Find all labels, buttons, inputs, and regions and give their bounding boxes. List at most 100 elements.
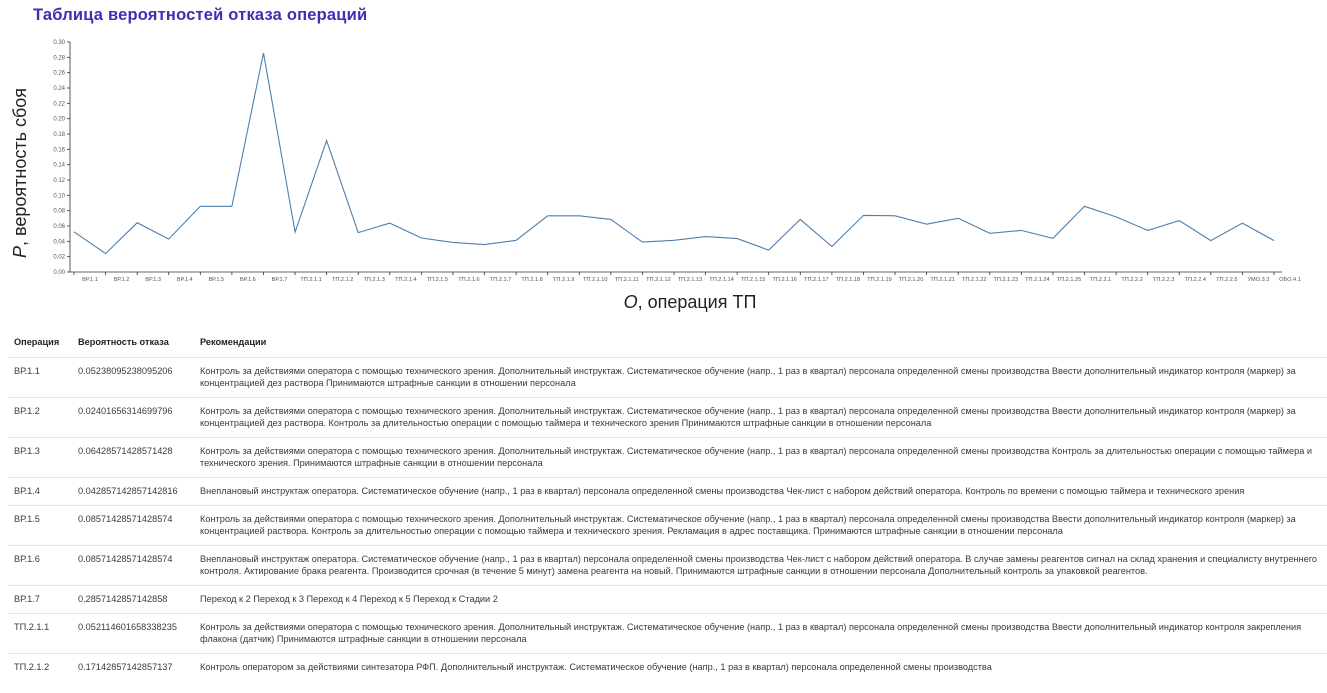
table-row: ВР.1.5 0.08571428571428574 Контроль за дей… (8, 505, 1327, 546)
probability-cell: 0.042857142857142816 (72, 477, 194, 506)
x-tick-label: ТП.2.1.8 (521, 277, 542, 283)
y-tick-label: 0.04 (53, 239, 65, 245)
x-tick-label: ТП.2.1.24 (1025, 277, 1050, 283)
x-tick-label: ТП.2.2.2 (1121, 277, 1142, 283)
x-tick-label: ОБО.4.1 (1279, 277, 1301, 283)
x-tick-label: ТП.2.1.17 (804, 277, 829, 283)
x-tick-label: ТП.2.1.20 (899, 277, 924, 283)
x-tick-label: ТП.2.1.6 (458, 277, 479, 283)
x-tick-label: ТП.2.2.5 (1216, 277, 1237, 283)
x-tick-label: ТП.2.1.7 (490, 277, 511, 283)
x-tick-label: ВР.1.5 (208, 277, 224, 283)
probability-cell: 0.08571428571428574 (72, 505, 194, 546)
x-axis: ВР.1.1 ВР.1.2 ВР.1.3 ВР.1.4 ВР.1.5 ВР.1.6 ВР.1… (70, 271, 1301, 283)
y-tick-label: 0.14 (53, 163, 65, 169)
x-tick-label: УМО.3.3 (1247, 277, 1269, 283)
x-tick-label: ВР.1.3 (145, 277, 161, 283)
header-probability: Вероятность отказа (78, 337, 169, 347)
table-header-row: Операция Вероятность отказа Рекомендации (8, 325, 1327, 358)
x-tick-label: ВР.1.1 (82, 277, 98, 283)
x-tick-label: ТП.2.1.13 (678, 277, 703, 283)
x-tick-label: ВР.1.6 (240, 277, 256, 283)
x-tick-label: ТП.2.1.12 (646, 277, 671, 283)
x-tick-label: ВР.1.2 (114, 277, 130, 283)
recommendation-cell: Переход к 2 Переход к 3 Переход к 4 Пере… (194, 585, 1327, 614)
table-row: ВР.1.7 0.2857142857142858 Переход к 2 Пере… (8, 585, 1327, 614)
x-tick-label: ТП.2.1.2 (332, 277, 353, 283)
operation-cell: ВР.1.2 (8, 397, 72, 438)
page-title: Таблица вероятностей отказа операций (33, 6, 368, 24)
x-tick-label: ТП.2.1.16 (772, 277, 797, 283)
table-row: ВР.1.1 0.05238095238095206 Контроль за дей… (8, 357, 1327, 398)
operation-cell: ВР.1.6 (8, 545, 72, 586)
probability-cell: 0.05238095238095206 (72, 357, 194, 398)
probability-cell: 0.08571428571428574 (72, 545, 194, 586)
x-tick-label: ТП.2.1.22 (962, 277, 987, 283)
recommendations-table-container: Операция Вероятность отказа Рекомендации… (8, 325, 1327, 681)
y-tick-label: 0.16 (53, 147, 65, 153)
x-tick-label: ТП.2.2.4 (1185, 277, 1206, 283)
recommendation-cell: Внеплановый инструктаж оператора. Систем… (194, 477, 1327, 506)
probability-cell: 0.02401656314699796 (72, 397, 194, 438)
failure-probability-chart: 0.00 0.02 0.04 0.06 0.08 0.10 0.12 0.14 0.16 0.18… (10, 40, 1301, 312)
operation-cell: ВР.1.4 (8, 477, 72, 506)
x-axis-title-text: , операция ТП (638, 292, 757, 312)
x-axis-title-symbol: O (624, 292, 638, 312)
y-tick-label: 0.18 (53, 132, 65, 138)
y-axis-title-symbol: P (10, 246, 30, 258)
operation-cell: ТП.2.1.1 (8, 613, 72, 654)
x-tick-label: ТП.2.1.25 (1057, 277, 1082, 283)
x-tick-label: ТП.2.1.11 (615, 277, 639, 283)
recommendation-cell: Контроль за действиями оператора с помощ… (194, 397, 1327, 438)
probability-cell: 0.17142857142857137 (72, 653, 194, 681)
x-tick-label: ТП.2.1.9 (553, 277, 574, 283)
y-tick-label: 0.08 (53, 209, 65, 215)
probability-cell: 0.06428571428571428 (72, 437, 194, 478)
y-tick-label: 0.10 (53, 193, 65, 199)
operation-cell: ВР.1.7 (8, 585, 72, 614)
operation-cell: ВР.1.1 (8, 357, 72, 398)
recommendation-cell: Внеплановый инструктаж оператора. Систем… (194, 545, 1327, 586)
probability-cell: 0.052114601658338235 (72, 613, 194, 654)
x-tick-label: ТП.2.1.10 (583, 277, 608, 283)
table-row: ВР.1.3 0.06428571428571428 Контроль за дей… (8, 437, 1327, 478)
x-tick-label: ТП.2.1.3 (363, 277, 384, 283)
y-tick-label: 0.30 (53, 40, 65, 46)
x-tick-label: ТП.2.2.1 (1090, 277, 1111, 283)
x-tick-label: ТП.2.1.1 (300, 277, 321, 283)
recommendation-cell: Контроль за действиями оператора с помощ… (194, 357, 1327, 398)
recommendation-cell: Контроль за действиями оператора с помощ… (194, 613, 1327, 654)
table-row: ВР.1.4 0.042857142857142816 Внеплановый ин… (8, 477, 1327, 506)
x-tick-label: ТП.2.1.21 (930, 277, 955, 283)
table-row: ТП.2.1.2 0.17142857142857137 Контроль опер… (8, 653, 1327, 681)
recommendation-cell: Контроль за действиями оператора с помощ… (194, 437, 1327, 478)
operation-cell: ВР.1.5 (8, 505, 72, 546)
x-tick-label: ТП.2.1.15 (741, 277, 766, 283)
series-line (73, 52, 1275, 255)
y-axis: 0.00 0.02 0.04 0.06 0.08 0.10 0.12 0.14 0.16 0.18… (53, 40, 71, 276)
table-body: ВР.1.1 0.05238095238095206 Контроль за дей… (8, 357, 1327, 681)
recommendation-cell: Контроль за действиями оператора с помощ… (194, 505, 1327, 546)
x-tick-label: ТП.2.1.14 (709, 277, 734, 283)
y-tick-label: 0.12 (53, 178, 65, 184)
x-tick-label: ТП.2.1.4 (395, 277, 416, 283)
y-tick-label: 0.26 (53, 71, 65, 77)
operation-cell: ВР.1.3 (8, 437, 72, 478)
y-axis-title: P, вероятность сбоя (10, 88, 30, 258)
recommendations-table: Операция Вероятность отказа Рекомендации… (8, 325, 1327, 681)
y-tick-label: 0.20 (53, 117, 65, 123)
y-tick-label: 0.00 (53, 270, 65, 276)
table-row: ТП.2.1.1 0.052114601658338235 Контроль за … (8, 613, 1327, 654)
x-tick-label: ТП.2.2.3 (1153, 277, 1174, 283)
x-tick-label: ВР.1.4 (177, 277, 193, 283)
header-recommendations: Рекомендации (200, 337, 267, 347)
y-tick-label: 0.22 (53, 101, 65, 107)
header-operation: Операция (14, 337, 60, 347)
recommendation-cell: Контроль оператором за действиями синтез… (194, 653, 1327, 681)
y-tick-label: 0.28 (53, 55, 65, 61)
probability-cell: 0.2857142857142858 (72, 585, 194, 614)
x-tick-label: ВР.1.7 (272, 277, 288, 283)
y-tick-label: 0.06 (53, 224, 65, 230)
x-tick-label: ТП.2.1.19 (867, 277, 892, 283)
y-axis-title-text: , вероятность сбоя (10, 88, 30, 246)
